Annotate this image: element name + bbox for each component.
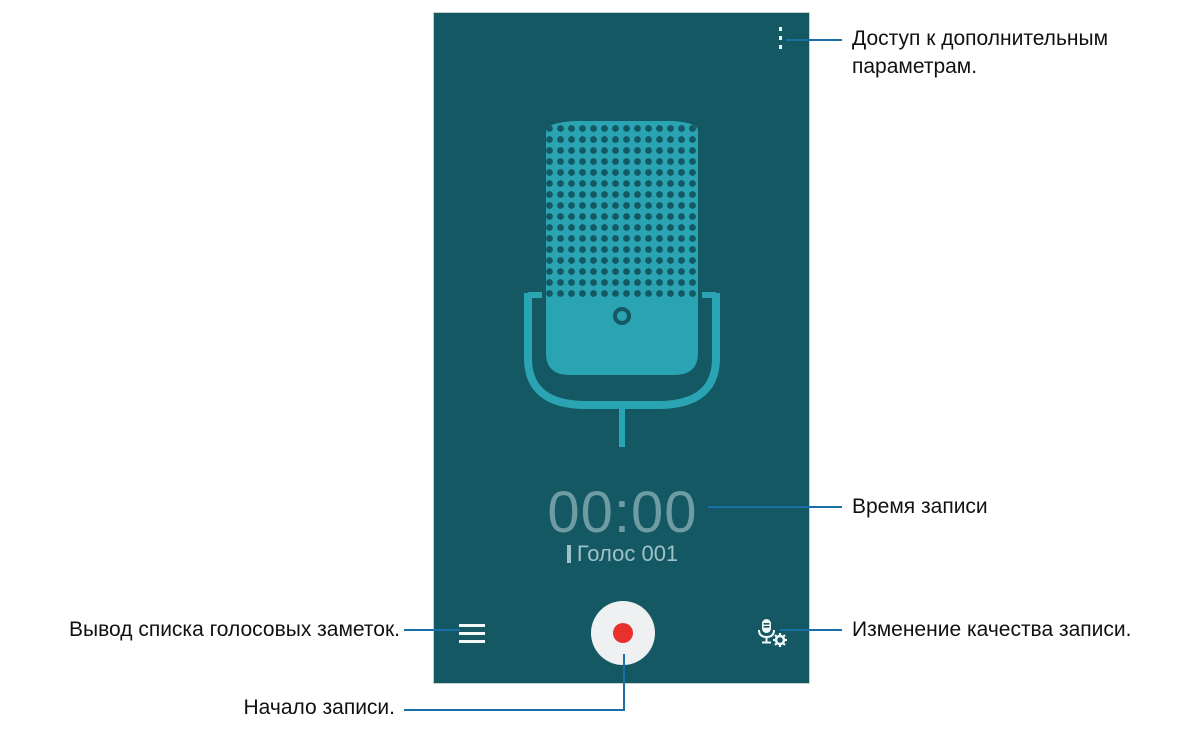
callout-more-options: Доступ к дополнительным параметрам. [852,25,1162,81]
callout-change-quality: Изменение качества записи. [852,618,1132,641]
callout-start-recording: Начало записи. [243,696,395,719]
callout-more-options-text: Доступ к дополнительным параметрам. [852,27,1109,78]
callout-list-notes: Вывод списка голосовых заметок. [69,618,400,641]
callout-recording-time: Время записи [852,495,988,518]
